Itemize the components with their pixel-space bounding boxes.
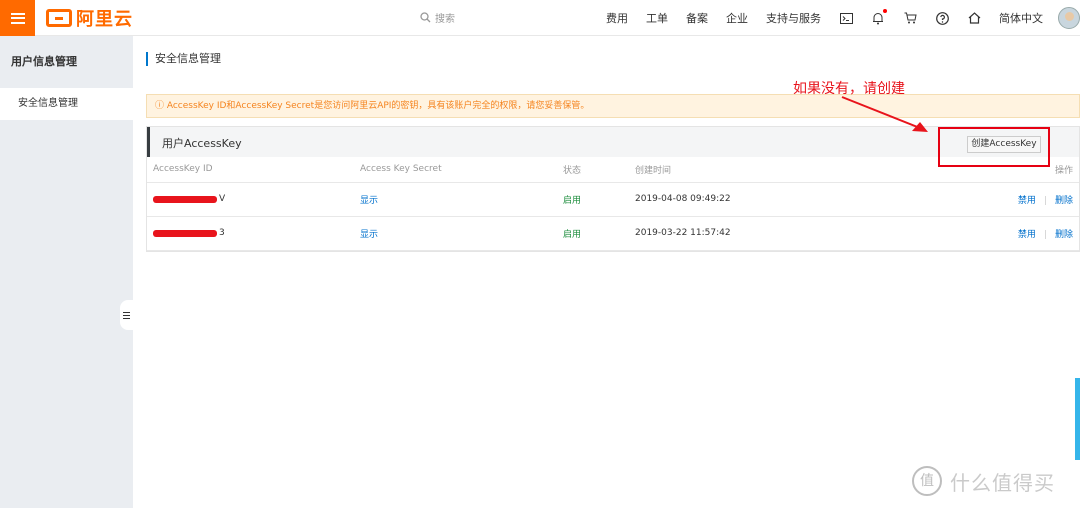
panel-title: 用户AccessKey	[162, 137, 242, 150]
nav-tickets[interactable]: 工单	[646, 10, 668, 26]
created-time: 2019-04-08 09:49:22	[635, 194, 731, 204]
main-content: 安全信息管理 ⓘ AccessKey ID和AccessKey Secret是您…	[133, 36, 1080, 508]
col-secret: Access Key Secret	[360, 157, 563, 183]
show-secret-link[interactable]: 显示	[360, 230, 378, 240]
show-secret-link[interactable]: 显示	[360, 196, 378, 206]
collapse-icon	[123, 311, 130, 319]
status-badge: 启用	[563, 195, 582, 206]
notification-dot	[883, 9, 887, 13]
cart-icon[interactable]	[903, 11, 917, 25]
sidebar: 用户信息管理 安全信息管理	[0, 36, 133, 508]
sidebar-collapse-handle[interactable]	[120, 300, 133, 330]
side-feedback-tab[interactable]	[1075, 378, 1080, 460]
page-title: 安全信息管理	[146, 52, 221, 66]
table-row: V 显示 启用 2019-04-08 09:49:22 禁用 | 删除	[147, 182, 1079, 217]
sidebar-item-security[interactable]: 安全信息管理	[0, 88, 133, 120]
disable-link[interactable]: 禁用	[1018, 230, 1036, 240]
bell-icon[interactable]	[871, 9, 887, 25]
create-accesskey-button[interactable]: 创建AccessKey	[967, 136, 1041, 153]
language-switch[interactable]: 简体中文	[999, 10, 1043, 26]
annotation-arrow-icon	[841, 96, 928, 132]
col-actions: 操作	[935, 157, 1079, 183]
menu-icon[interactable]	[0, 0, 35, 36]
nav-fees[interactable]: 费用	[606, 10, 628, 26]
watermark-logo-icon: 值	[912, 466, 942, 496]
delete-link[interactable]: 删除	[1055, 196, 1073, 206]
redacted-accesskey-id: 3	[153, 228, 225, 238]
col-created: 创建时间	[635, 157, 935, 183]
col-status: 状态	[563, 157, 635, 183]
status-badge: 启用	[563, 229, 582, 240]
nav-support[interactable]: 支持与服务	[766, 10, 821, 26]
accesskey-panel: 用户AccessKey 创建AccessKey AccessKey ID Acc…	[146, 126, 1080, 252]
sidebar-title: 用户信息管理	[11, 55, 77, 68]
table-row: 3 显示 启用 2019-03-22 11:57:42 禁用 | 删除	[147, 216, 1079, 251]
disable-link[interactable]: 禁用	[1018, 196, 1036, 206]
logo-text: 阿里云	[76, 9, 133, 30]
accesskey-table: AccessKey ID Access Key Secret 状态 创建时间 操…	[147, 157, 1079, 251]
logo-mark-icon	[46, 9, 72, 27]
help-icon[interactable]	[935, 11, 949, 25]
top-nav: 费用 工单 备案 企业 支持与服务 简体中文	[597, 0, 1080, 36]
nav-icp[interactable]: 备案	[686, 10, 708, 26]
avatar[interactable]	[1058, 7, 1080, 29]
col-accesskey-id: AccessKey ID	[147, 157, 360, 183]
top-bar: 阿里云 搜索 费用 工单 备案 企业 支持与服务 简体中文	[0, 0, 1080, 36]
security-notice: ⓘ AccessKey ID和AccessKey Secret是您访问阿里云AP…	[146, 94, 1080, 118]
search-placeholder: 搜索	[435, 14, 455, 25]
home-icon[interactable]	[967, 11, 981, 25]
aliyun-logo[interactable]: 阿里云	[46, 7, 133, 30]
terminal-icon[interactable]	[839, 11, 853, 25]
watermark: 值 什么值得买	[912, 466, 1055, 496]
search-icon	[420, 12, 431, 23]
redacted-accesskey-id: V	[153, 194, 225, 204]
search-box[interactable]: 搜索	[420, 10, 455, 25]
panel-header: 用户AccessKey 创建AccessKey	[147, 127, 1079, 167]
delete-link[interactable]: 删除	[1055, 230, 1073, 240]
created-time: 2019-03-22 11:57:42	[635, 228, 731, 238]
nav-enterprise[interactable]: 企业	[726, 10, 748, 26]
watermark-text: 什么值得买	[950, 470, 1055, 495]
